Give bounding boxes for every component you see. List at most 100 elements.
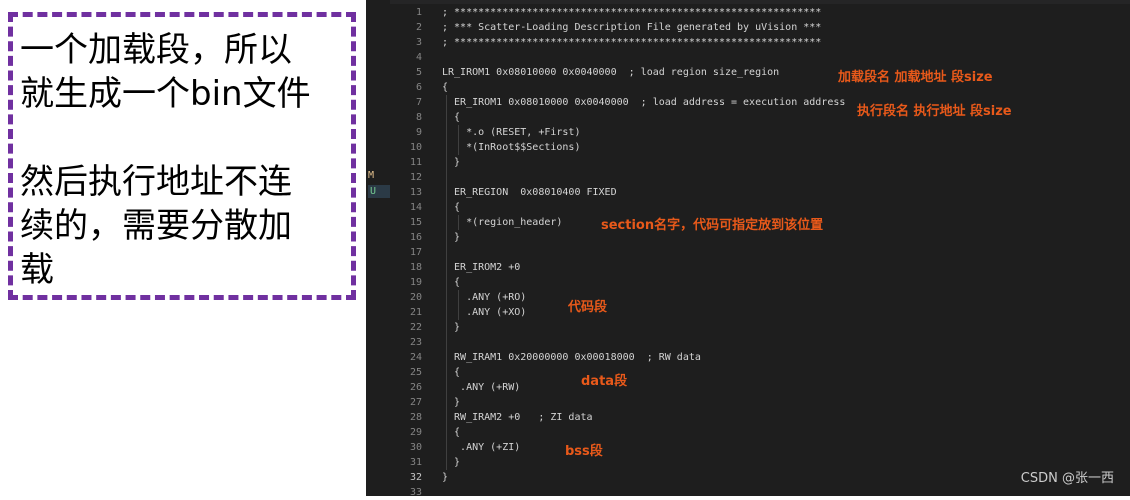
line-number: 19 [409,277,422,288]
line-number: 13 [409,187,422,198]
code-text[interactable]: *(InRoot$$Sections) [442,140,580,155]
code-line[interactable]: 11 } [390,155,1130,170]
code-line[interactable]: 29 { [390,425,1130,440]
code-line[interactable]: 3 ; *************************************… [390,35,1130,50]
code-line[interactable]: 14 { [390,200,1130,215]
code-text[interactable]: } [442,455,460,470]
code-text[interactable]: ER_IROM1 0x08010000 0x0040000 ; load add… [442,95,845,110]
line-number: 21 [409,307,422,318]
line-number: 30 [409,442,422,453]
note-line: 然后执行地址不连 [20,162,292,202]
line-number: 22 [409,322,422,333]
line-number: 11 [409,157,422,168]
code-text[interactable]: .ANY (+XO) [442,305,526,320]
line-number: 32 [409,472,422,483]
code-line[interactable]: 33 [390,485,1130,500]
code-line[interactable]: 1 ; *************************************… [390,5,1130,20]
code-text[interactable]: { [442,275,460,290]
code-line[interactable]: 2 ; *** Scatter-Loading Description File … [390,20,1130,35]
code-text[interactable]: { [442,365,460,380]
line-number: 9 [415,127,422,138]
scm-modified-marker: M [368,170,375,181]
code-text[interactable]: } [442,230,460,245]
code-line[interactable]: 25 { [390,365,1130,380]
line-number: 26 [409,382,422,393]
code-line[interactable]: 26 .ANY (+RW) [390,380,1130,395]
line-number: 12 [409,172,422,183]
note-line: 续的，需要分散加 [20,206,292,246]
code-line[interactable]: 19 { [390,275,1130,290]
note-line: 就生成一个bin文件 [20,74,311,114]
line-number: 23 [409,337,422,348]
editor-tab-strip [366,0,1130,4]
line-number: 7 [415,97,422,108]
annotation-exec-region: 执行段名 执行地址 段size [857,104,1012,119]
code-line[interactable]: 13 ER_REGION 0x08010400 FIXED [390,185,1130,200]
code-text[interactable]: LR_IROM1 0x08010000 0x0040000 ; load reg… [442,65,779,80]
code-line[interactable]: 22 } [390,320,1130,335]
line-number: 8 [415,112,422,123]
line-number: 6 [415,82,422,93]
code-text[interactable]: ; *** Scatter-Loading Description File g… [442,20,821,35]
code-text[interactable]: ; **************************************… [442,5,821,20]
line-number: 15 [409,217,422,228]
line-number: 2 [415,22,422,33]
code-editor[interactable]: M U 1 ; *********************************… [366,0,1130,498]
code-line[interactable]: 8 { [390,110,1130,125]
code-text[interactable]: } [442,470,448,485]
annotation-data-segment: data段 [581,374,628,389]
code-text[interactable]: } [442,320,460,335]
line-number: 3 [415,37,422,48]
line-number: 20 [409,292,422,303]
line-number: 27 [409,397,422,408]
code-text[interactable]: ER_IROM2 +0 [442,260,520,275]
code-text[interactable]: { [442,200,460,215]
code-line[interactable]: 17 [390,245,1130,260]
code-text[interactable]: { [442,110,460,125]
code-text[interactable]: { [442,425,460,440]
code-text[interactable]: .ANY (+RW) [442,380,520,395]
code-line[interactable]: 7 ER_IROM1 0x08010000 0x0040000 ; load a… [390,95,1130,110]
code-line[interactable]: 28 RW_IRAM2 +0 ; ZI data [390,410,1130,425]
code-text[interactable]: { [442,80,448,95]
note-text: 一个加载段，所以 就生成一个bin文件 然后执行地址不连 续的，需要分散加 载 [20,28,350,292]
note-line: 载 [20,250,54,290]
line-number: 28 [409,412,422,423]
code-line[interactable]: 6{ [390,80,1130,95]
code-text[interactable]: } [442,395,460,410]
code-text[interactable]: ER_REGION 0x08010400 FIXED [442,185,617,200]
code-line[interactable]: 32} [390,470,1130,485]
code-text[interactable]: RW_IRAM1 0x20000000 0x00018000 ; RW data [442,350,701,365]
code-line[interactable]: 12 [390,170,1130,185]
code-text[interactable]: } [442,155,460,170]
code-line[interactable]: 24 RW_IRAM1 0x20000000 0x00018000 ; RW d… [390,350,1130,365]
code-line[interactable]: 20 .ANY (+RO) [390,290,1130,305]
line-number: 25 [409,367,422,378]
code-text[interactable]: .ANY (+ZI) [442,440,520,455]
code-line[interactable]: 21 .ANY (+XO) [390,305,1130,320]
line-number: 5 [415,67,422,78]
code-text[interactable]: *(region_header) [442,215,562,230]
code-line[interactable]: 4 [390,50,1130,65]
scm-untracked-marker: U [368,185,390,198]
code-line[interactable]: 31 } [390,455,1130,470]
annotation-load-region: 加载段名 加载地址 段size [838,70,993,85]
line-number: 10 [409,142,422,153]
scm-gutter: M U [366,0,390,496]
code-text[interactable]: ; **************************************… [442,35,821,50]
csdn-watermark: CSDN @张一西 [1020,471,1114,486]
line-number: 31 [409,457,422,468]
code-line[interactable]: 27 } [390,395,1130,410]
code-line[interactable]: 5 LR_IROM1 0x08010000 0x0040000 ; load re… [390,65,1130,80]
line-number: 29 [409,427,422,438]
code-text[interactable]: RW_IRAM2 +0 ; ZI data [442,410,592,425]
annotation-note-panel: 一个加载段，所以 就生成一个bin文件 然后执行地址不连 续的，需要分散加 载 [0,0,366,496]
code-line[interactable]: 9 *.o (RESET, +First) [390,125,1130,140]
line-number: 1 [415,7,422,18]
code-text[interactable]: .ANY (+RO) [442,290,526,305]
code-line[interactable]: 10 *(InRoot$$Sections) [390,140,1130,155]
code-line[interactable]: 30 .ANY (+ZI) [390,440,1130,455]
code-text[interactable]: *.o (RESET, +First) [442,125,580,140]
code-line[interactable]: 23 [390,335,1130,350]
code-line[interactable]: 18 ER_IROM2 +0 [390,260,1130,275]
